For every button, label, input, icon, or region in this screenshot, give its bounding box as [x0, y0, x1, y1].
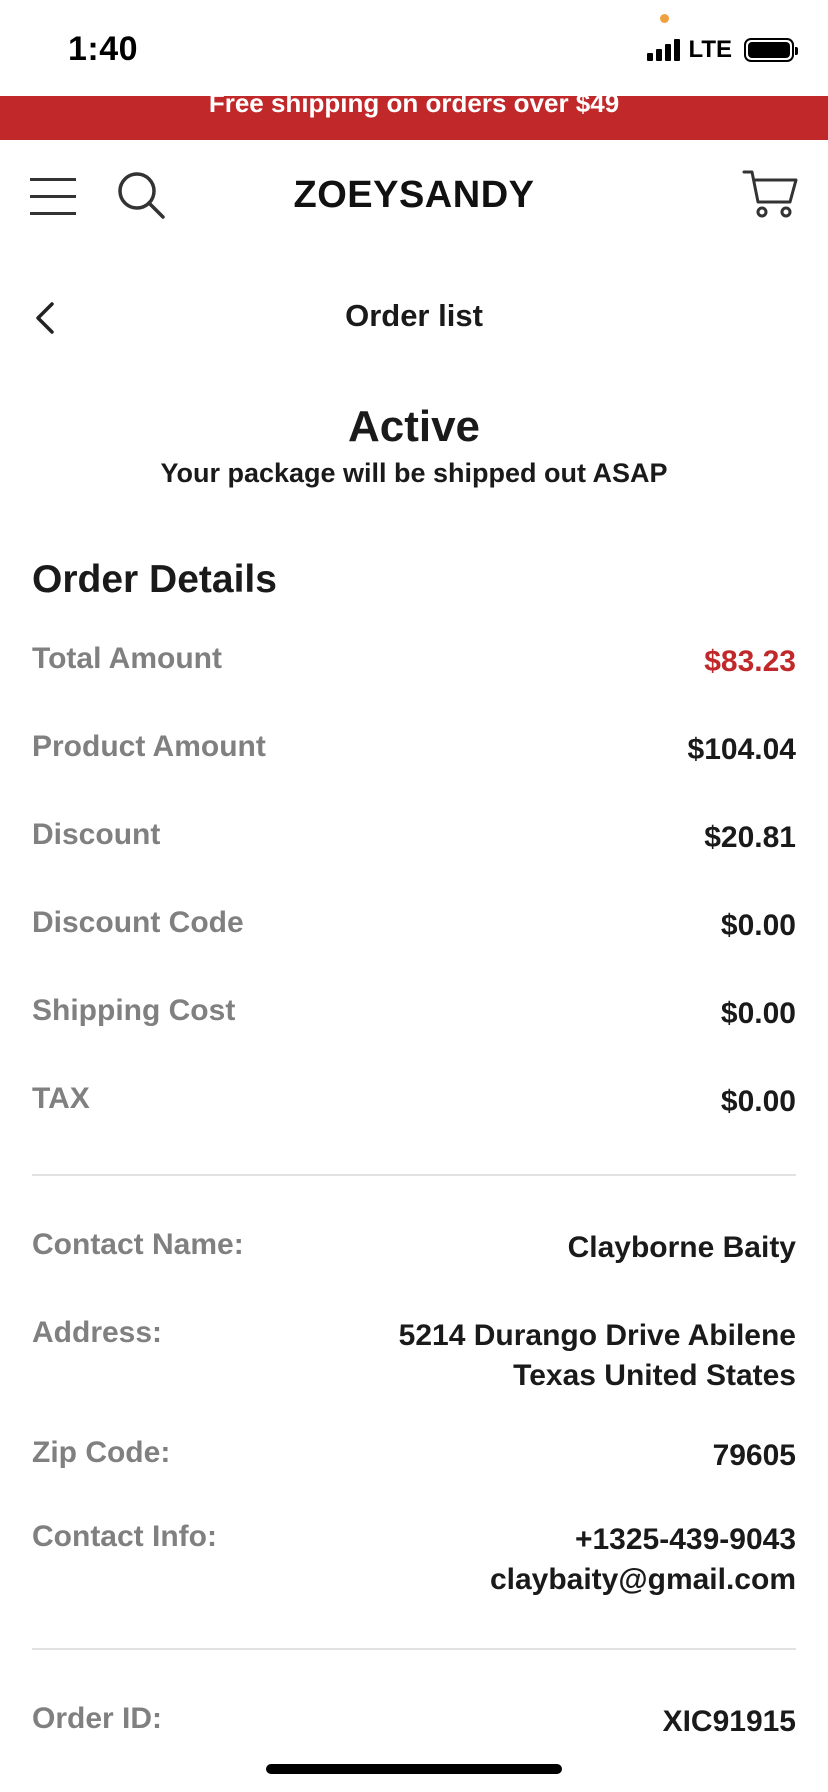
row-label: Zip Code: — [32, 1436, 171, 1469]
home-indicator[interactable] — [266, 1764, 562, 1774]
promo-banner[interactable]: Free shipping on orders over $49 — [0, 96, 828, 140]
promo-text: Free shipping on orders over $49 — [208, 96, 620, 118]
order-status-title: Active — [347, 402, 481, 451]
product-amount-row: Product Amount $104.04 — [32, 730, 796, 770]
network-label: LTE — [688, 36, 732, 63]
privacy-indicator-dot — [660, 14, 669, 23]
page-subheader: Order list — [0, 282, 828, 352]
section-divider — [32, 1648, 796, 1650]
row-label: Shipping Cost — [32, 994, 236, 1027]
row-value: $0.00 — [720, 997, 796, 1030]
tax-row: TAX $0.00 — [32, 1082, 796, 1122]
order-status-subtitle: Your package will be shipped out ASAP — [160, 458, 668, 488]
order-id-row: Order ID: XIC91915 — [32, 1702, 796, 1742]
address-value: 5214 Durango Drive Abilene Texas United … — [399, 1316, 796, 1396]
address-line-2: Texas United States — [513, 1359, 796, 1392]
row-value: $0.00 — [720, 909, 796, 942]
row-label: Order ID: — [32, 1702, 163, 1735]
row-label: Product Amount — [32, 730, 266, 763]
order-details-heading: Order Details — [32, 558, 277, 601]
total-amount-value: $83.23 — [704, 645, 796, 678]
row-label: TAX — [32, 1082, 90, 1115]
contact-name-row: Contact Name: Clayborne Baity — [32, 1228, 796, 1268]
contact-info-row: Contact Info: +1325-439-9043 claybaity@g… — [32, 1520, 796, 1600]
row-value: $0.00 — [720, 1085, 796, 1118]
row-value: $104.04 — [687, 733, 796, 766]
battery-icon — [744, 38, 798, 62]
discount-code-row: Discount Code $0.00 — [32, 906, 796, 946]
cart-icon[interactable] — [742, 168, 798, 220]
signal-icon — [647, 39, 681, 61]
row-label: Address: — [32, 1316, 163, 1349]
status-bar: 1:40 LTE — [0, 0, 828, 96]
row-label: Contact Info: — [32, 1520, 217, 1553]
zip-code-value: 79605 — [712, 1439, 796, 1472]
row-value: $20.81 — [704, 821, 796, 854]
row-label: Contact Name: — [32, 1228, 244, 1261]
zip-code-row: Zip Code: 79605 — [32, 1436, 796, 1476]
brand-logo[interactable]: ZOEYSANDY — [0, 174, 828, 217]
contact-name-value: Clayborne Baity — [567, 1231, 796, 1264]
site-header: ZOEYSANDY — [0, 140, 828, 252]
phone-value: +1325-439-9043 — [574, 1523, 796, 1556]
row-label: Discount Code — [32, 906, 244, 939]
page-title: Order list — [345, 298, 483, 333]
address-row: Address: 5214 Durango Drive Abilene Texa… — [32, 1316, 796, 1396]
contact-info-value: +1325-439-9043 claybaity@gmail.com — [490, 1520, 796, 1600]
status-indicators: LTE — [647, 36, 798, 64]
row-label: Total Amount — [32, 642, 222, 675]
discount-row: Discount $20.81 — [32, 818, 796, 858]
email-value: claybaity@gmail.com — [489, 1563, 796, 1596]
order-detail-screen: 1:40 LTE Free shipping on orders over $4… — [0, 0, 828, 1792]
section-divider — [32, 1174, 796, 1176]
row-label: Discount — [32, 818, 161, 851]
total-amount-row: Total Amount $83.23 — [32, 642, 796, 682]
status-time: 1:40 — [68, 30, 139, 68]
shipping-cost-row: Shipping Cost $0.00 — [32, 994, 796, 1034]
order-id-value: XIC91915 — [662, 1705, 796, 1738]
address-line-1: 5214 Durango Drive Abilene — [398, 1319, 796, 1352]
